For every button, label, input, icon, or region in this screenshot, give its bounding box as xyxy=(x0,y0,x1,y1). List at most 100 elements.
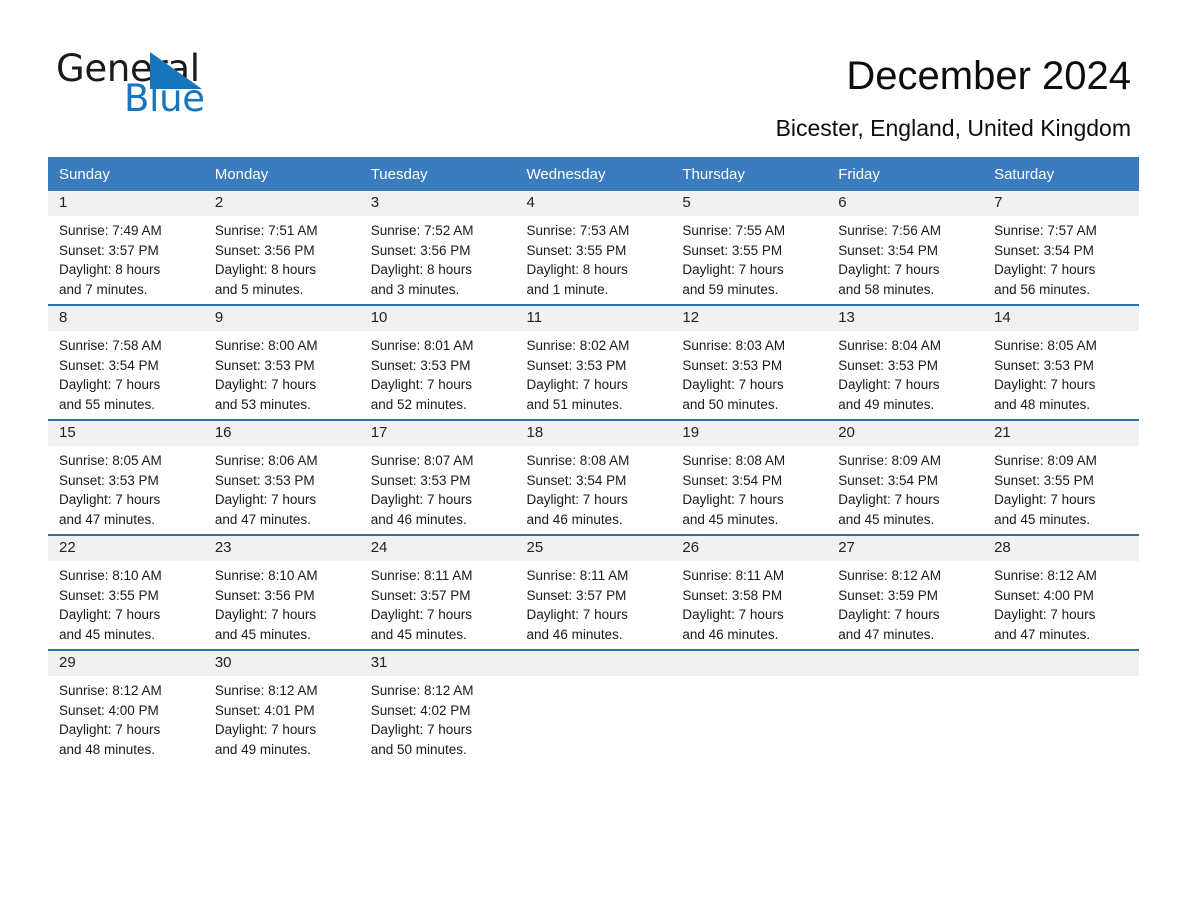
daylight-line1: Daylight: 8 hours xyxy=(526,262,628,278)
day-cell[interactable]: 6 Sunrise: 7:56 AM Sunset: 3:54 PM Dayli… xyxy=(827,191,984,305)
general-blue-logo[interactable]: General Blue xyxy=(56,50,276,122)
day-number: 22 xyxy=(48,536,204,561)
day-number: 24 xyxy=(359,536,516,561)
daylight-line2: and 1 minute. xyxy=(526,281,609,297)
day-cell[interactable]: 5 Sunrise: 7:55 AM Sunset: 3:55 PM Dayli… xyxy=(671,191,828,305)
day-number: 28 xyxy=(983,536,1139,561)
day-details: Sunrise: 8:11 AM Sunset: 3:58 PM Dayligh… xyxy=(671,561,827,644)
sunrise-text: Sunrise: 8:10 AM xyxy=(59,568,162,583)
calendar-header-row: Sunday Monday Tuesday Wednesday Thursday… xyxy=(48,157,1139,191)
day-number: 13 xyxy=(827,306,984,331)
day-number: 30 xyxy=(203,651,360,676)
day-number: 15 xyxy=(48,421,204,446)
day-details: Sunrise: 8:09 AM Sunset: 3:55 PM Dayligh… xyxy=(983,446,1139,529)
daylight-line1: Daylight: 7 hours xyxy=(994,262,1096,278)
sunrise-text: Sunrise: 8:03 AM xyxy=(682,338,786,353)
daylight-line1: Daylight: 7 hours xyxy=(994,377,1096,393)
daylight-line1: Daylight: 7 hours xyxy=(994,607,1096,623)
day-number: 31 xyxy=(359,651,516,676)
day-details: Sunrise: 8:11 AM Sunset: 3:57 PM Dayligh… xyxy=(360,561,516,644)
day-cell[interactable]: 31 Sunrise: 8:12 AM Sunset: 4:02 PM Dayl… xyxy=(359,649,516,764)
day-details: Sunrise: 8:12 AM Sunset: 4:00 PM Dayligh… xyxy=(48,676,204,759)
sunset-text: Sunset: 4:00 PM xyxy=(59,702,159,718)
sunset-text: Sunset: 3:54 PM xyxy=(59,357,159,373)
weekday-header-tuesday: Tuesday xyxy=(359,157,516,191)
day-cell-empty xyxy=(671,649,828,764)
daylight-line2: and 45 minutes. xyxy=(994,511,1091,527)
day-number: 26 xyxy=(671,536,828,561)
sunrise-text: Sunrise: 7:56 AM xyxy=(838,223,942,238)
day-cell[interactable]: 25 Sunrise: 8:11 AM Sunset: 3:57 PM Dayl… xyxy=(515,534,672,650)
day-cell[interactable]: 16 Sunrise: 8:06 AM Sunset: 3:53 PM Dayl… xyxy=(203,419,360,535)
daylight-line1: Daylight: 7 hours xyxy=(682,262,784,278)
logo-text-blue: Blue xyxy=(124,77,205,120)
day-cell[interactable]: 13 Sunrise: 8:04 AM Sunset: 3:53 PM Dayl… xyxy=(827,304,984,420)
day-number: 6 xyxy=(827,191,984,216)
sunrise-text: Sunrise: 8:12 AM xyxy=(59,683,162,698)
day-cell[interactable]: 3 Sunrise: 7:52 AM Sunset: 3:56 PM Dayli… xyxy=(359,191,516,305)
day-cell[interactable]: 12 Sunrise: 8:03 AM Sunset: 3:53 PM Dayl… xyxy=(671,304,828,420)
day-cell[interactable]: 2 Sunrise: 7:51 AM Sunset: 3:56 PM Dayli… xyxy=(203,191,360,305)
day-details: Sunrise: 8:12 AM Sunset: 4:02 PM Dayligh… xyxy=(360,676,516,759)
day-cell[interactable]: 23 Sunrise: 8:10 AM Sunset: 3:56 PM Dayl… xyxy=(203,534,360,650)
sunset-text: Sunset: 3:54 PM xyxy=(682,472,783,488)
day-cell-empty xyxy=(983,649,1139,764)
day-cell[interactable]: 19 Sunrise: 8:08 AM Sunset: 3:54 PM Dayl… xyxy=(671,419,828,535)
week-row: 29 Sunrise: 8:12 AM Sunset: 4:00 PM Dayl… xyxy=(48,649,1139,764)
sunset-text: Sunset: 3:53 PM xyxy=(370,357,471,373)
day-cell[interactable]: 8 Sunrise: 7:58 AM Sunset: 3:54 PM Dayli… xyxy=(48,304,204,420)
daylight-line1: Daylight: 8 hours xyxy=(370,262,472,278)
sunset-text: Sunset: 4:01 PM xyxy=(214,702,315,718)
day-cell-empty xyxy=(827,649,984,764)
sunset-text: Sunset: 3:53 PM xyxy=(838,357,939,373)
day-number: 29 xyxy=(48,651,204,676)
daylight-line1: Daylight: 7 hours xyxy=(370,722,472,738)
day-cell[interactable]: 17 Sunrise: 8:07 AM Sunset: 3:53 PM Dayl… xyxy=(359,419,516,535)
day-cell[interactable]: 15 Sunrise: 8:05 AM Sunset: 3:53 PM Dayl… xyxy=(48,419,204,535)
day-cell[interactable]: 28 Sunrise: 8:12 AM Sunset: 4:00 PM Dayl… xyxy=(983,534,1139,650)
day-cell[interactable]: 21 Sunrise: 8:09 AM Sunset: 3:55 PM Dayl… xyxy=(983,419,1139,535)
day-cell[interactable]: 26 Sunrise: 8:11 AM Sunset: 3:58 PM Dayl… xyxy=(671,534,828,650)
day-number: 12 xyxy=(671,306,828,331)
day-cell[interactable]: 24 Sunrise: 8:11 AM Sunset: 3:57 PM Dayl… xyxy=(359,534,516,650)
day-number: 2 xyxy=(203,191,360,216)
day-cell[interactable]: 30 Sunrise: 8:12 AM Sunset: 4:01 PM Dayl… xyxy=(203,649,360,764)
day-cell[interactable]: 11 Sunrise: 8:02 AM Sunset: 3:53 PM Dayl… xyxy=(515,304,672,420)
day-cell[interactable]: 7 Sunrise: 7:57 AM Sunset: 3:54 PM Dayli… xyxy=(983,191,1139,305)
day-number: 4 xyxy=(515,191,672,216)
day-number: 3 xyxy=(359,191,516,216)
sunset-text: Sunset: 3:55 PM xyxy=(59,587,159,603)
daylight-line1: Daylight: 7 hours xyxy=(682,377,784,393)
day-number: 23 xyxy=(203,536,360,561)
day-cell[interactable]: 20 Sunrise: 8:09 AM Sunset: 3:54 PM Dayl… xyxy=(827,419,984,535)
day-number: 14 xyxy=(983,306,1139,331)
day-cell[interactable]: 14 Sunrise: 8:05 AM Sunset: 3:53 PM Dayl… xyxy=(983,304,1139,420)
daylight-line1: Daylight: 7 hours xyxy=(526,492,628,508)
day-number: 11 xyxy=(515,306,672,331)
day-details: Sunrise: 8:06 AM Sunset: 3:53 PM Dayligh… xyxy=(204,446,360,529)
sunrise-text: Sunrise: 7:51 AM xyxy=(214,223,318,238)
day-cell[interactable]: 9 Sunrise: 8:00 AM Sunset: 3:53 PM Dayli… xyxy=(203,304,360,420)
day-cell[interactable]: 29 Sunrise: 8:12 AM Sunset: 4:00 PM Dayl… xyxy=(48,649,204,764)
sunset-text: Sunset: 3:57 PM xyxy=(59,242,159,258)
sunrise-text: Sunrise: 8:09 AM xyxy=(838,453,942,468)
day-number: 27 xyxy=(827,536,984,561)
sunset-text: Sunset: 3:56 PM xyxy=(370,242,471,258)
day-cell[interactable]: 10 Sunrise: 8:01 AM Sunset: 3:53 PM Dayl… xyxy=(359,304,516,420)
day-details: Sunrise: 7:56 AM Sunset: 3:54 PM Dayligh… xyxy=(827,216,983,299)
day-details: Sunrise: 8:11 AM Sunset: 3:57 PM Dayligh… xyxy=(516,561,672,644)
day-details: Sunrise: 8:07 AM Sunset: 3:53 PM Dayligh… xyxy=(360,446,516,529)
sunset-text: Sunset: 4:00 PM xyxy=(994,587,1094,603)
day-details: Sunrise: 7:53 AM Sunset: 3:55 PM Dayligh… xyxy=(516,216,672,299)
day-cell[interactable]: 27 Sunrise: 8:12 AM Sunset: 3:59 PM Dayl… xyxy=(827,534,984,650)
day-cell[interactable]: 4 Sunrise: 7:53 AM Sunset: 3:55 PM Dayli… xyxy=(515,191,672,305)
sunset-text: Sunset: 3:53 PM xyxy=(682,357,783,373)
day-cell[interactable]: 22 Sunrise: 8:10 AM Sunset: 3:55 PM Dayl… xyxy=(48,534,204,650)
sunset-text: Sunset: 3:56 PM xyxy=(214,587,315,603)
sunrise-text: Sunrise: 8:08 AM xyxy=(682,453,786,468)
weekday-header-monday: Monday xyxy=(203,157,360,191)
day-cell[interactable]: 18 Sunrise: 8:08 AM Sunset: 3:54 PM Dayl… xyxy=(515,419,672,535)
sunrise-text: Sunrise: 8:10 AM xyxy=(214,568,318,583)
day-details: Sunrise: 8:01 AM Sunset: 3:53 PM Dayligh… xyxy=(360,331,516,414)
day-cell[interactable]: 1 Sunrise: 7:49 AM Sunset: 3:57 PM Dayli… xyxy=(48,191,204,305)
